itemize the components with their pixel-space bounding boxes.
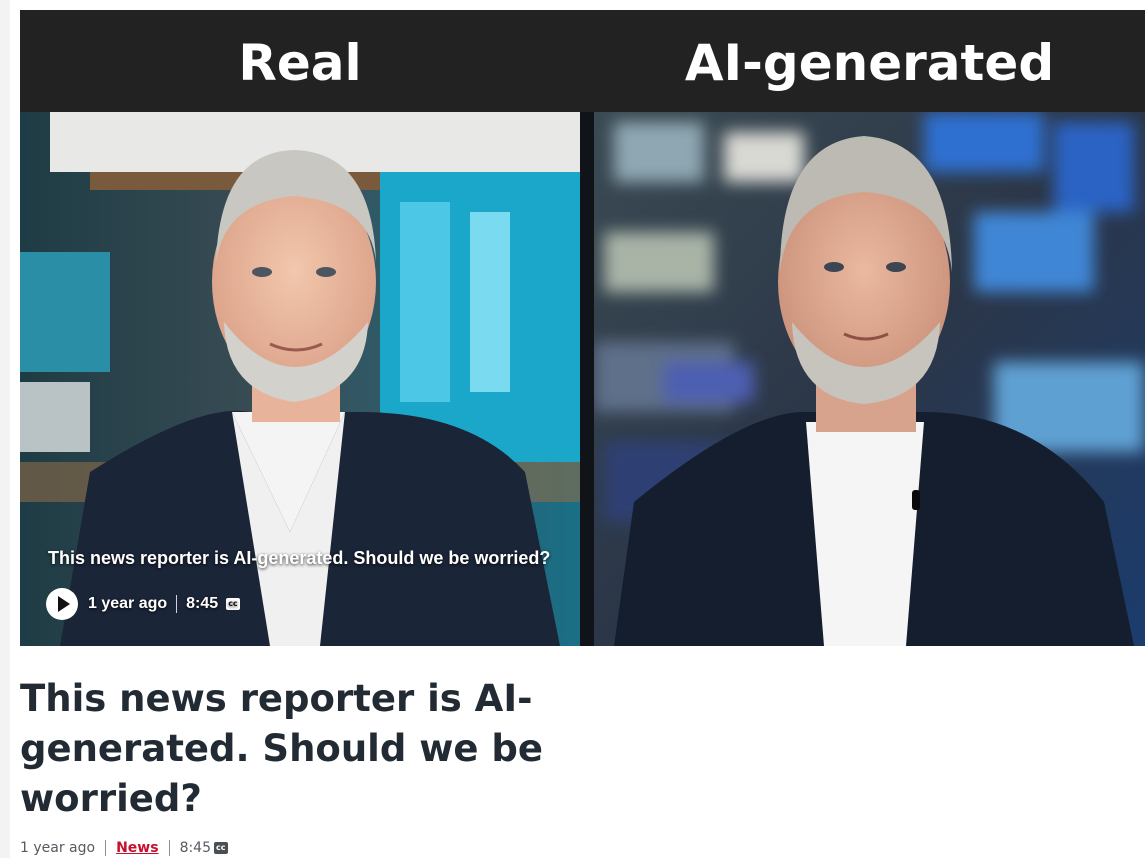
closed-captions-icon: cc xyxy=(226,598,240,610)
meta-separator xyxy=(168,840,170,856)
page-left-gutter xyxy=(0,0,10,858)
play-icon[interactable] xyxy=(46,588,78,620)
closed-captions-icon: cc xyxy=(214,842,228,854)
video-overlay-meta: 1 year ago 8:45 cc xyxy=(46,588,240,620)
article-headline[interactable]: This news reporter is AI-generated. Shou… xyxy=(20,674,580,824)
video-time-ago: 1 year ago xyxy=(88,595,168,612)
article-time-ago: 1 year ago xyxy=(20,840,96,856)
panel-divider xyxy=(580,112,594,646)
video-thumbnail[interactable]: Real AI-generated This news reporter is … xyxy=(20,10,1145,646)
label-ai-generated: AI-generated xyxy=(684,34,1055,92)
article-duration: 8:45 xyxy=(179,840,212,856)
video-overlay-title[interactable]: This news reporter is AI-generated. Shou… xyxy=(48,546,550,570)
label-real: Real xyxy=(238,34,362,92)
ai-reporter-image xyxy=(594,112,1145,646)
article-meta: 1 year ago News 8:45 cc xyxy=(20,838,228,858)
video-duration: 8:45 xyxy=(186,595,219,612)
meta-separator xyxy=(176,595,178,613)
category-link-news[interactable]: News xyxy=(116,840,158,856)
meta-separator xyxy=(105,840,107,856)
